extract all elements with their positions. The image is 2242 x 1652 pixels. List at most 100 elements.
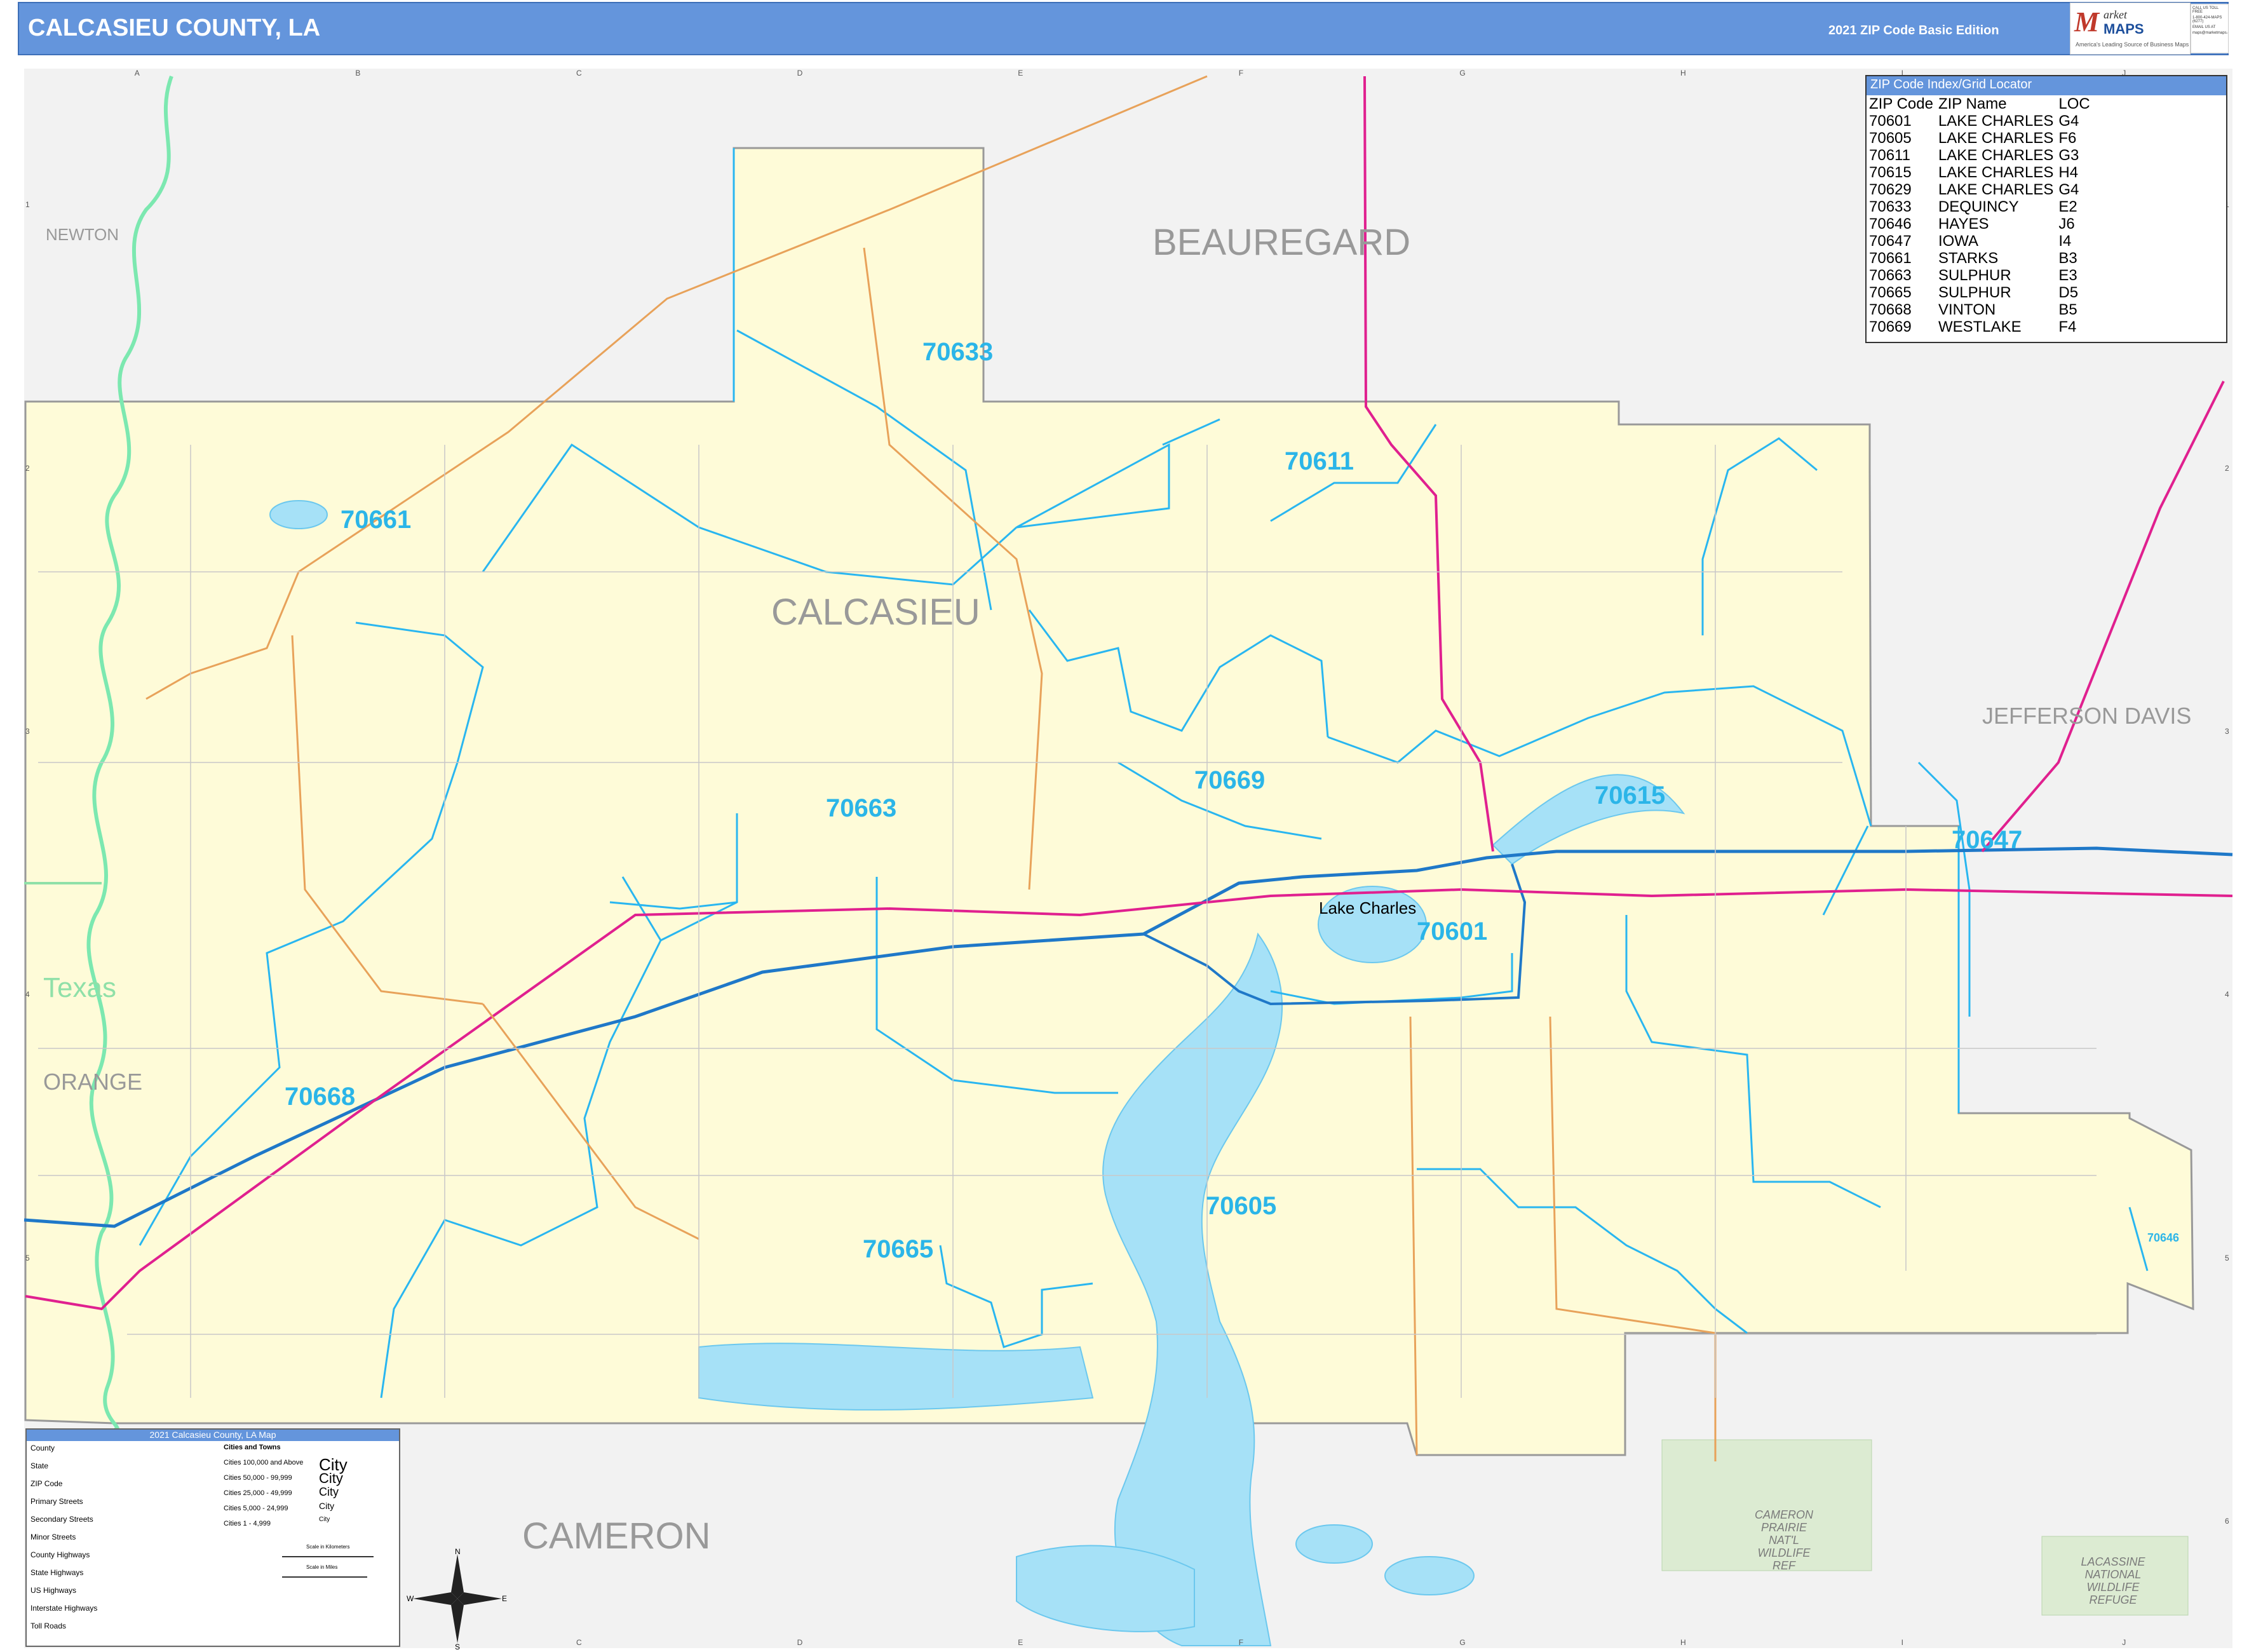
zip-index-cell: STARKS: [1938, 250, 1999, 267]
county-label-beauregard: BEAUREGARD: [1152, 222, 1411, 263]
zip-index-cell: 70629: [1869, 181, 1912, 198]
grid-column-label: A: [134, 69, 140, 78]
legend-city-sample: City: [319, 1501, 335, 1511]
zip-index-cell: LAKE CHARLES: [1938, 164, 2054, 181]
grid-row-label: 6: [2225, 1516, 2229, 1526]
compass-rose-icon: N W E S: [407, 1548, 507, 1649]
grid-column-label: E: [1018, 69, 1023, 78]
zip-index-cell: G4: [2058, 112, 2079, 130]
zip-index-cell: DEQUINCY: [1938, 198, 2019, 215]
svg-text:W: W: [407, 1594, 414, 1603]
grid-row-label: 5: [2225, 1253, 2229, 1263]
zip-index-cell: G4: [2058, 181, 2079, 198]
county-label-newton: NEWTON: [46, 225, 119, 244]
legend-item: County: [30, 1444, 55, 1452]
legend-item: US Highways: [30, 1586, 77, 1595]
zip-index-cell: B3: [2058, 250, 2077, 267]
grid-column-label: C: [576, 69, 582, 78]
zip-label-70647: 70647: [1952, 826, 2023, 854]
legend-item: State: [30, 1461, 49, 1470]
zip-index-cell: D5: [2058, 284, 2079, 301]
grid-row-label: 3: [25, 726, 30, 736]
zip-index-header: ZIP Code: [1869, 95, 1933, 112]
zip-index-cell: E3: [2058, 267, 2077, 284]
zip-index-title: ZIP Code Index/Grid Locator: [1867, 76, 2226, 95]
grid-column-label: F: [1238, 1638, 1244, 1647]
zip-label-70615: 70615: [1595, 782, 1666, 809]
zip-label-70633: 70633: [922, 338, 994, 366]
legend-city-class: Cities 100,000 and Above: [224, 1459, 304, 1466]
zip-index-cell: J6: [2058, 215, 2075, 233]
zip-index-cell: LAKE CHARLES: [1938, 112, 2054, 130]
zip-index-cell: HAYES: [1938, 215, 1989, 233]
grid-row-label: 4: [25, 990, 30, 999]
legend-title: 2021 Calcasieu County, LA Map: [27, 1430, 399, 1441]
zip-index-cell: IOWA: [1938, 233, 1979, 250]
zip-index-header: ZIP Name: [1938, 95, 2007, 112]
grid-column-label: G: [1459, 69, 1466, 78]
zip-index-table: ZIP Code ZIP Name LOC 70601 LAKE CHARLES G…: [1868, 95, 2094, 335]
zip-index-cell: 70663: [1869, 267, 1912, 284]
grid-row-label: 2: [2225, 463, 2229, 473]
zip-index-cell: 70601: [1869, 112, 1912, 130]
legend-item: Minor Streets: [30, 1533, 76, 1541]
zip-index-cell: LAKE CHARLES: [1938, 147, 2054, 164]
zip-index-header: LOC: [2058, 95, 2090, 112]
grid-column-label: E: [1018, 1638, 1023, 1647]
legend-city-sample: City: [319, 1516, 330, 1523]
zip-index-row: 70615 LAKE CHARLES H4: [1868, 164, 2094, 181]
zip-label-70611: 70611: [1285, 447, 1354, 475]
legend-item: ZIP Code: [30, 1479, 63, 1488]
zip-index-row: 70605 LAKE CHARLES F6: [1868, 130, 2094, 147]
zip-index-cell: 70646: [1869, 215, 1912, 233]
svg-text:S: S: [455, 1642, 460, 1649]
legend-city-class: Cities 50,000 - 99,999: [224, 1474, 292, 1482]
grid-column-label: D: [797, 1638, 803, 1647]
zip-index-row: 70647 IOWA I4: [1868, 233, 2094, 250]
zip-index-cell: G3: [2058, 147, 2079, 164]
zip-label-70669: 70669: [1194, 766, 1266, 794]
legend-item: Primary Streets: [30, 1497, 83, 1506]
zip-index-row: 70601 LAKE CHARLES G4: [1868, 112, 2094, 130]
zip-index-cell: LAKE CHARLES: [1938, 130, 2054, 147]
zip-index-cell: 70668: [1869, 301, 1912, 318]
zip-index-cell: B5: [2058, 301, 2077, 318]
county-label-jefferson-davis: JEFFERSON DAVIS: [1982, 703, 2192, 729]
legend-item: Interstate Highways: [30, 1604, 98, 1613]
legend-city-sample: City: [319, 1486, 339, 1498]
zip-label-70661: 70661: [341, 506, 412, 534]
zip-index-row: 70611 LAKE CHARLES G3: [1868, 147, 2094, 164]
zip-index-cell: H4: [2058, 164, 2079, 181]
grid-column-label: G: [1459, 1638, 1466, 1647]
zip-index-row: 70668 VINTON B5: [1868, 301, 2094, 318]
zip-index-row: 70665 SULPHUR D5: [1868, 284, 2094, 301]
city-label-lake-charles[interactable]: Lake Charles: [1319, 898, 1416, 918]
zip-index-cell: VINTON: [1938, 301, 1996, 318]
state-label-texas: Texas: [43, 972, 116, 1003]
grid-column-label: I: [1901, 1638, 1903, 1647]
map-legend: 2021 Calcasieu County, LA Map County Stat…: [25, 1428, 400, 1647]
legend-city-class: Cities 1 - 4,999: [224, 1520, 271, 1527]
grid-column-label: H: [1680, 1638, 1686, 1647]
zip-label-70601: 70601: [1417, 917, 1488, 945]
zip-index-cell: 70665: [1869, 284, 1912, 301]
legend-item: State Highways: [30, 1568, 84, 1577]
zip-index-cell: E2: [2058, 198, 2077, 215]
grid-row-label: 2: [25, 463, 30, 473]
grid-column-label: D: [797, 69, 803, 78]
zip-index-row: 70661 STARKS B3: [1868, 250, 2094, 267]
zip-label-70665: 70665: [863, 1235, 934, 1263]
zip-index-cell: 70669: [1869, 318, 1912, 335]
zip-index-cell: F4: [2058, 318, 2077, 335]
county-label-calcasieu: CALCASIEU: [771, 592, 980, 633]
zip-index-cell: 70611: [1869, 147, 1910, 164]
zip-label-70646: 70646: [2147, 1231, 2180, 1244]
lacassine-refuge-label: LACASSINE NATIONAL WILDLIFE REFUGE: [2081, 1555, 2145, 1606]
cameron-prairie-refuge-label: CAMERON PRAIRIE NAT'L WILDLIFE REF: [1754, 1508, 1813, 1572]
grid-column-label: J: [2122, 1638, 2126, 1647]
zip-label-70663: 70663: [826, 794, 897, 822]
svg-text:N: N: [455, 1548, 461, 1556]
zip-code-index: ZIP Code Index/Grid Locator ZIP Code ZIP…: [1865, 75, 2227, 343]
county-label-orange: ORANGE: [43, 1069, 143, 1095]
zip-index-cell: WESTLAKE: [1938, 318, 2022, 335]
